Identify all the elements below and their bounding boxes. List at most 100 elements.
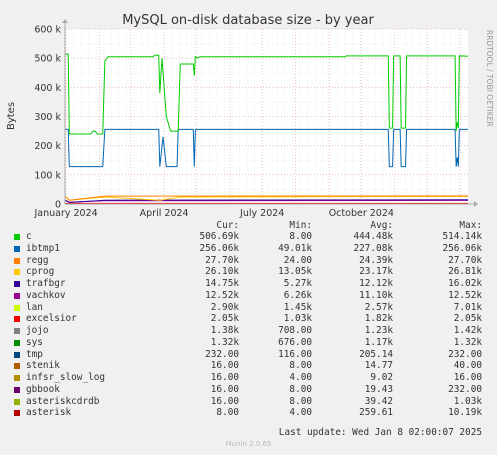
legend-cur-value: 16.00 (210, 372, 239, 383)
legend-avg-value: 9.02 (370, 372, 393, 383)
legend-name: gbbook (26, 383, 60, 395)
legend-name: lan (26, 301, 43, 313)
legend-min-value: 708.00 (278, 325, 312, 336)
legend-cur-value: 506.69k (199, 231, 239, 242)
legend-avg-value: 11.10k (359, 289, 393, 301)
y-tick-label: 300 k (34, 112, 61, 123)
legend-name: stenik (26, 360, 60, 372)
legend-name: asteriskcdrdb (26, 395, 100, 407)
legend-max-value: 27.70k (448, 254, 482, 266)
legend-swatch (14, 316, 20, 323)
legend-min-value: 676.00 (278, 336, 312, 348)
legend-max-value: 514.14k (442, 231, 482, 242)
legend-cur-value: 16.00 (210, 383, 239, 395)
legend-swatch (14, 292, 20, 299)
legend-swatch (14, 234, 20, 240)
x-tick-label: January 2024 (33, 208, 97, 219)
legend-min-value: 4.00 (289, 372, 312, 383)
legend-name: infsr_slow_log (26, 372, 106, 383)
legend-avg-value: 24.39k (359, 254, 393, 266)
legend-swatch (14, 351, 20, 358)
legend-swatch (14, 363, 20, 370)
legend-row: sys 1.32k 676.00 1.17k 1.32k (0, 337, 497, 348)
x-axis-arrow (474, 201, 478, 207)
header-avg: Avg: (370, 220, 393, 231)
legend-swatch (14, 304, 20, 311)
legend-swatch (14, 339, 20, 346)
legend-swatch (14, 410, 20, 417)
legend-min-value: 13.05k (278, 266, 312, 278)
legend-min-value: 24.00 (283, 254, 312, 266)
legend-swatch (14, 328, 20, 334)
legend-min-value: 8.00 (289, 231, 312, 242)
legend-swatch (14, 281, 20, 287)
legend-header: Cur: Min: Avg: Max: (0, 220, 497, 231)
legend-name: c (26, 231, 32, 242)
legend-row: asteriskcdrdb 16.00 8.00 39.42 1.03k (0, 396, 497, 407)
legend-swatch (14, 269, 20, 276)
legend-min-value: 6.26k (283, 289, 312, 301)
last-update: Last update: Wed Jan 8 02:00:07 2025 (278, 427, 482, 438)
legend-name: vachkov (26, 289, 66, 301)
legend-name: regg (26, 254, 49, 266)
legend-min-value: 5.27k (283, 278, 312, 289)
legend-min-value: 8.00 (289, 383, 312, 395)
header-cur: Cur: (216, 220, 239, 231)
legend-avg-value: 2.57k (364, 301, 393, 313)
legend-row: lan 2.90k 1.45k 2.57k 7.01k (0, 302, 497, 313)
legend-max-value: 40.00 (453, 360, 482, 372)
legend-max-value: 232.00 (448, 348, 482, 360)
legend-max-value: 232.00 (448, 383, 482, 395)
legend-min-value: 4.00 (289, 407, 312, 419)
legend-avg-value: 1.23k (364, 325, 393, 336)
header-min: Min: (289, 220, 312, 231)
chart-title: MySQL on-disk database size - by year (122, 13, 374, 28)
legend-name: sys (26, 336, 43, 348)
legend-avg-value: 1.17k (364, 336, 393, 348)
legend-name: jojo (26, 325, 49, 336)
legend-swatch (14, 375, 20, 381)
header-max: Max: (459, 220, 482, 231)
legend-cur-value: 16.00 (210, 360, 239, 372)
x-tick-label: July 2024 (239, 208, 284, 219)
legend-row: vachkov 12.52k 6.26k 11.10k 12.52k (0, 290, 497, 301)
legend-cur-value: 14.75k (205, 278, 239, 289)
legend-cur-value: 2.90k (210, 301, 239, 313)
legend-min-value: 49.01k (278, 242, 312, 254)
legend-avg-value: 23.17k (359, 266, 393, 278)
legend-max-value: 12.52k (448, 289, 482, 301)
y-tick-labels: 0100 k200 k300 k400 k500 k600 k (34, 25, 61, 211)
x-tick-label: April 2024 (140, 208, 189, 219)
munin-version: Munin 2.0.65 (225, 440, 272, 448)
legend-row: gbbook 16.00 8.00 19.43 232.00 (0, 384, 497, 395)
legend-name: excelsior (26, 313, 77, 325)
legend-swatch (14, 398, 20, 405)
legend-avg-value: 227.08k (353, 242, 393, 254)
legend-max-value: 7.01k (453, 301, 482, 313)
rrdtool-credit: RRDTOOL / TOBI OETIKER (485, 30, 494, 127)
legend-max-value: 16.00 (453, 372, 482, 383)
y-tick-label: 100 k (34, 170, 61, 181)
legend-name: asterisk (26, 407, 72, 419)
legend-row: ibtmp1 256.06k 49.01k 227.08k 256.06k (0, 243, 497, 254)
legend-row: c 506.69k 8.00 444.48k 514.14k (0, 231, 497, 242)
legend-swatch (14, 257, 20, 264)
legend-cur-value: 26.10k (205, 266, 239, 278)
legend-avg-value: 259.61 (359, 407, 393, 419)
legend-cur-value: 1.38k (210, 325, 239, 336)
legend-swatch (14, 386, 20, 393)
legend-cur-value: 8.00 (216, 407, 239, 419)
legend-row: cprog 26.10k 13.05k 23.17k 26.81k (0, 266, 497, 277)
y-tick-label: 400 k (34, 83, 61, 94)
legend-max-value: 1.03k (453, 395, 482, 407)
legend-swatch (14, 245, 20, 252)
legend-avg-value: 14.77 (364, 360, 393, 372)
legend-cur-value: 2.05k (210, 313, 239, 325)
y-tick-label: 600 k (34, 25, 61, 36)
legend-row: asterisk 8.00 4.00 259.61 10.19k (0, 407, 497, 418)
legend-cur-value: 232.00 (205, 348, 239, 360)
legend-max-value: 10.19k (448, 407, 482, 419)
legend-name: tmp (26, 348, 43, 360)
legend-min-value: 1.03k (283, 313, 312, 325)
legend-avg-value: 1.82k (364, 313, 393, 325)
